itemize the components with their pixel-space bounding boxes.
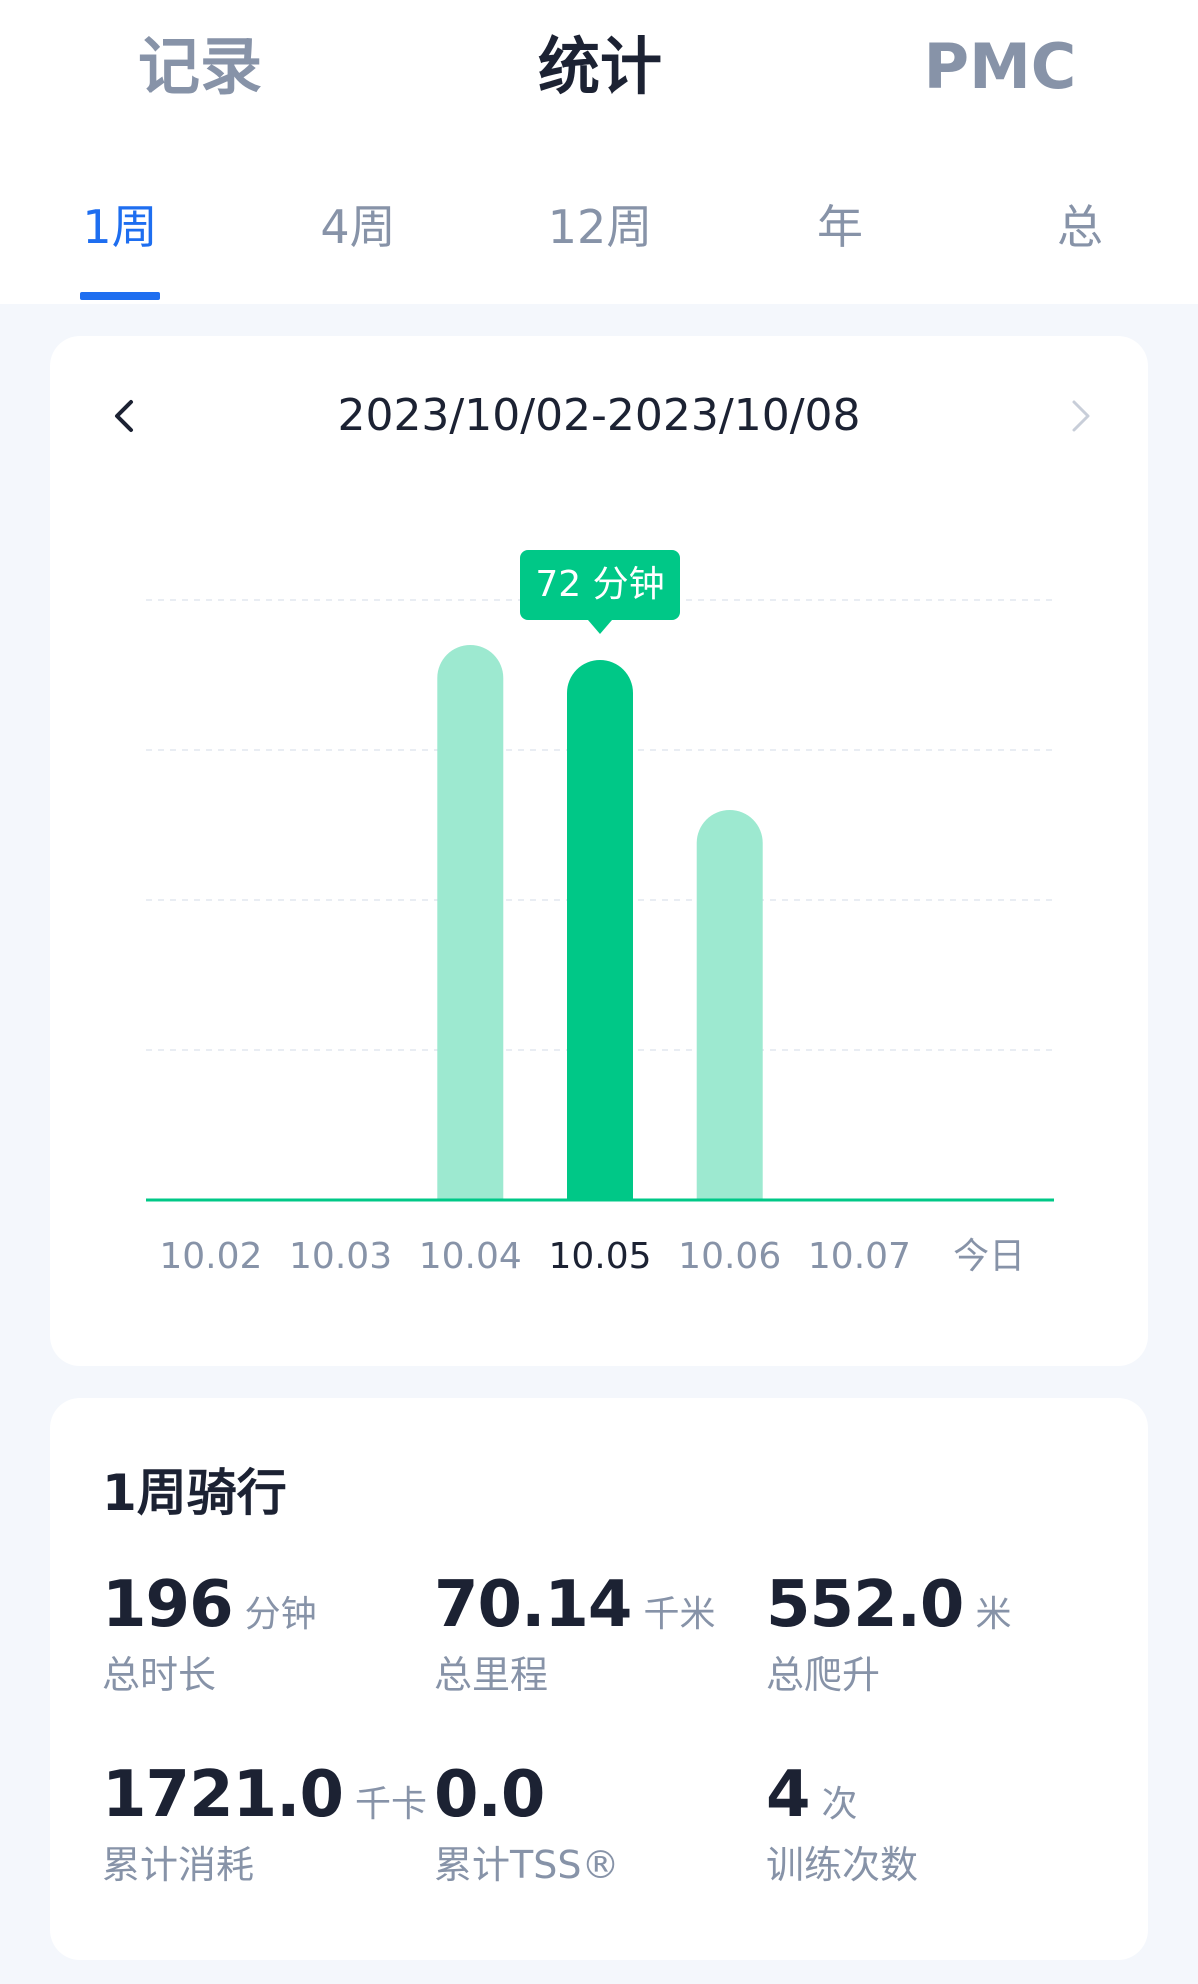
bar[interactable] <box>696 810 763 1200</box>
tab-pmc[interactable]: PMC <box>900 22 1100 112</box>
stat-value: 552.0 <box>766 1568 964 1642</box>
x-tick-label: 今日 <box>953 1236 1025 1277</box>
x-tick-label: 10.06 <box>678 1236 781 1277</box>
stat-tss: 0.0 累计TSS® <box>434 1756 734 1887</box>
x-tick-label: 10.04 <box>419 1236 522 1277</box>
stat-label: 累计TSS® <box>434 1843 620 1887</box>
tab-statistics[interactable]: 统计 <box>500 22 700 112</box>
stat-label: 总时长 <box>102 1653 217 1697</box>
date-range-label: 2023/10/02-2023/10/08 <box>337 390 861 441</box>
stat-calories: 1721.0 千卡 累计消耗 <box>102 1756 427 1887</box>
stat-label: 累计消耗 <box>102 1843 255 1887</box>
duration-bar-chart: 10.02 10.03 10.04 10.05 10.06 10.07 今日 72 分钟 <box>146 550 1054 1277</box>
bar-selected[interactable] <box>567 660 633 1200</box>
stat-value: 70.14 <box>434 1568 632 1642</box>
x-tick-label: 10.03 <box>289 1236 392 1277</box>
stat-label: 训练次数 <box>766 1843 919 1887</box>
stat-sessions: 4次 训练次数 <box>766 1756 1066 1887</box>
chart-card: 2023/10/02-2023/10/08 10.02 10.03 10.04 10.… <box>50 336 1148 1366</box>
summary-title: 1周骑行 <box>102 1464 287 1522</box>
stat-unit: 分钟 <box>244 1594 317 1635</box>
bar[interactable] <box>437 645 504 1200</box>
stat-label: 总爬升 <box>766 1653 881 1697</box>
stat-value: 196 <box>102 1568 234 1642</box>
period-tab-4-weeks[interactable]: 4周 <box>298 192 418 262</box>
stat-label: 总里程 <box>434 1653 549 1697</box>
chevron-left-icon[interactable] <box>95 386 155 446</box>
period-tab-total[interactable]: 总 <box>1020 192 1140 262</box>
header: 记录 统计 PMC 1周 4周 12周 年 总 <box>0 0 1198 304</box>
stat-value: 4 <box>766 1758 811 1832</box>
stat-unit: 千米 <box>643 1594 716 1635</box>
stat-value: 1721.0 <box>102 1758 344 1832</box>
stat-total-climb: 552.0 米 总爬升 <box>766 1566 1066 1697</box>
summary-card: 1周骑行 196 分钟 总时长 70.14 千米 总里程 552.0 米 总爬升 17… <box>50 1398 1148 1960</box>
stat-total-distance: 70.14 千米 总里程 <box>434 1566 734 1697</box>
main-tabs: 记录 统计 PMC <box>0 0 1198 140</box>
period-tabs: 1周 4周 12周 年 总 <box>0 180 1198 304</box>
period-tab-1-week[interactable]: 1周 <box>60 192 180 262</box>
date-navigator: 2023/10/02-2023/10/08 <box>50 366 1148 466</box>
chevron-right-icon[interactable] <box>1050 386 1110 446</box>
x-tick-label: 10.02 <box>159 1236 262 1277</box>
stat-unit: 米 <box>975 1594 1012 1635</box>
stat-unit: 千卡 <box>354 1784 427 1825</box>
x-tick-label: 10.07 <box>808 1236 911 1277</box>
active-tab-indicator <box>80 292 160 300</box>
period-tab-12-weeks[interactable]: 12周 <box>530 192 670 262</box>
tooltip-label: 72 分钟 <box>535 564 664 605</box>
x-tick-label: 10.05 <box>548 1236 651 1277</box>
stat-total-duration: 196 分钟 总时长 <box>102 1566 402 1697</box>
tab-records[interactable]: 记录 <box>100 22 300 112</box>
tooltip-pointer <box>588 620 612 634</box>
stat-value: 0.0 <box>434 1758 545 1832</box>
period-tab-year[interactable]: 年 <box>780 192 900 262</box>
stat-unit: 次 <box>821 1784 858 1825</box>
